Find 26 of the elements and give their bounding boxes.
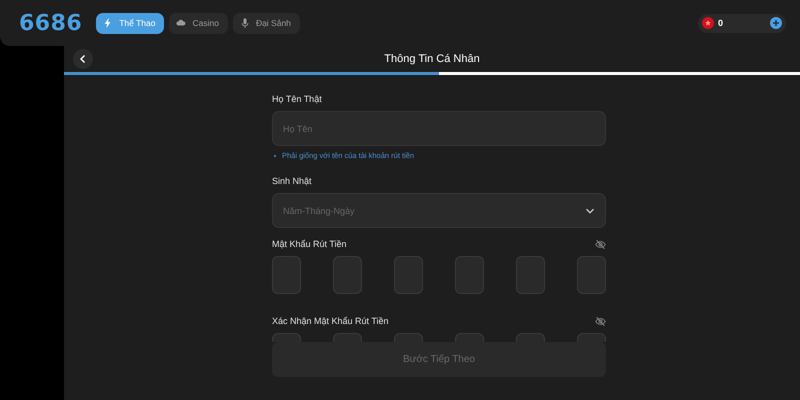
chevron-left-icon	[78, 54, 88, 64]
nav-tab[interactable]: Thể Thao	[96, 12, 164, 34]
eye-slash-icon[interactable]	[595, 316, 606, 326]
pin-digit-box[interactable]	[333, 256, 362, 294]
eye-slash-icon[interactable]	[595, 238, 606, 250]
back-button[interactable]	[73, 49, 93, 69]
nav-tab[interactable]: Casino	[169, 12, 228, 34]
lightning-icon	[103, 18, 114, 28]
logo[interactable]: 6686	[19, 10, 82, 36]
pin-digit-box[interactable]	[516, 256, 545, 294]
field-label: Xác Nhận Mật Khẩu Rút Tiền	[272, 316, 389, 326]
field-label: Sinh Nhật	[272, 176, 312, 186]
coin-icon	[702, 17, 714, 29]
field-label: Họ Tên Thật	[272, 94, 322, 104]
field-label: Mật Khẩu Rút Tiền	[272, 239, 347, 249]
name-field[interactable]: Họ Tên	[272, 111, 606, 146]
balance-amount: 0	[718, 18, 724, 28]
pin-digit-box[interactable]	[394, 256, 423, 294]
page-title: Thông Tin Cá Nhân	[384, 53, 480, 65]
pin-digit-box[interactable]	[272, 256, 301, 294]
pin-digit-box[interactable]	[577, 256, 606, 294]
nav-tab[interactable]: Đại Sảnh	[232, 12, 300, 34]
cloud-icon	[176, 18, 186, 28]
add-icon[interactable]	[770, 17, 782, 29]
microphone-icon	[240, 18, 250, 28]
pin-digit-box[interactable]	[455, 256, 484, 294]
